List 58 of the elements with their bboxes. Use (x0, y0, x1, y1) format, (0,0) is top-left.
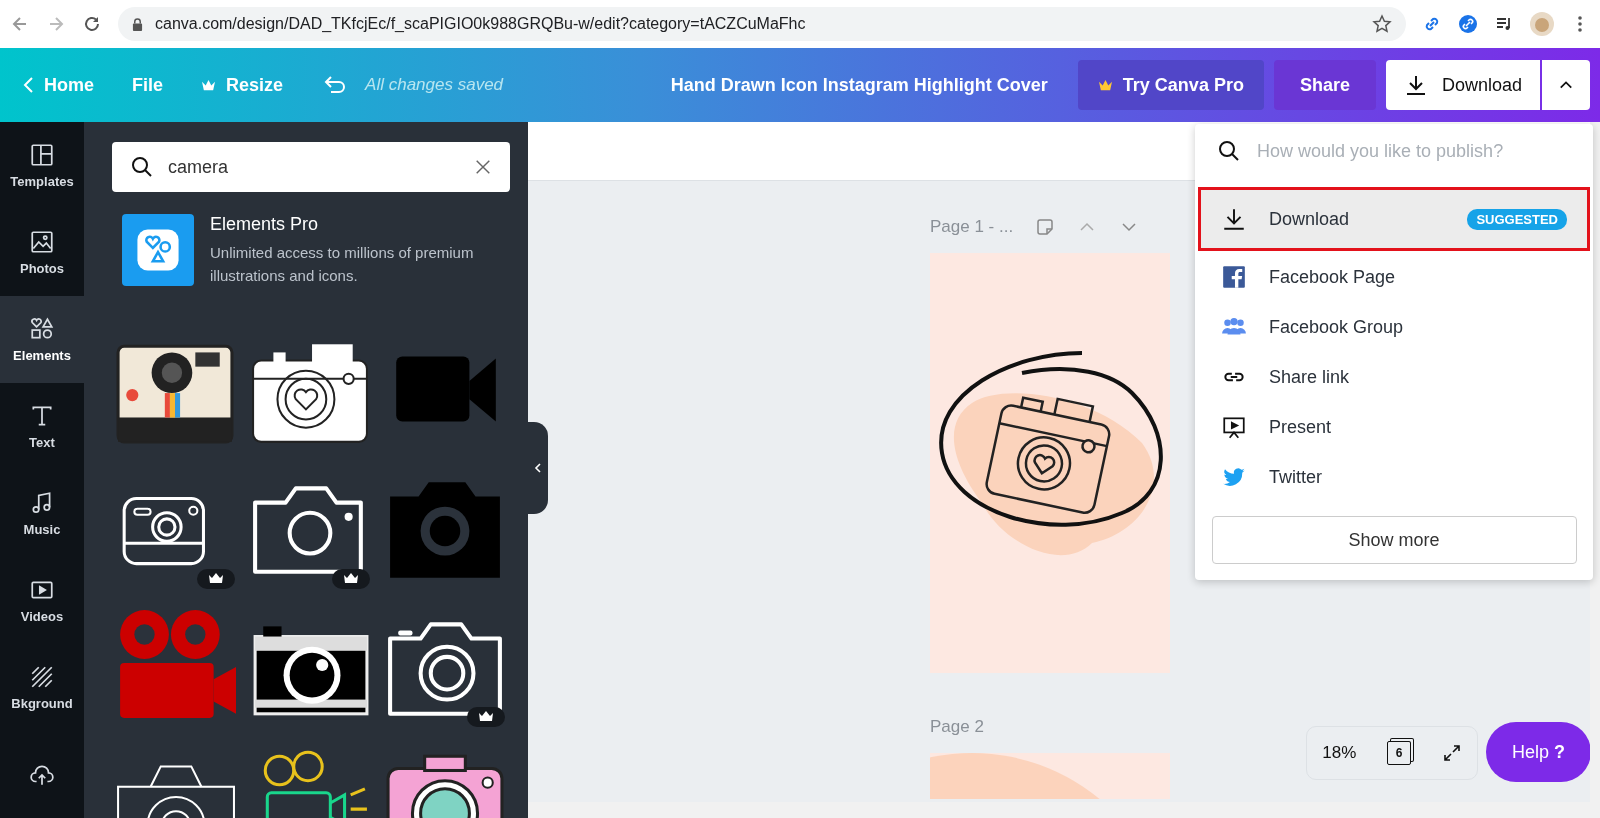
clear-icon[interactable] (474, 158, 492, 176)
sidebar-tab[interactable]: Text (0, 383, 84, 470)
facebook-icon (1221, 264, 1247, 290)
layout-icon (29, 142, 55, 168)
sidebar-tab[interactable]: Templates (0, 122, 84, 209)
menu-item[interactable]: Present (1201, 402, 1587, 452)
crown-icon (1097, 78, 1113, 92)
menu-item[interactable]: Facebook Group (1201, 302, 1587, 352)
menu-item[interactable]: Download SUGGESTED (1201, 190, 1587, 248)
shapes-icon (29, 316, 55, 342)
sidebar-tab[interactable]: Bkground (0, 644, 84, 731)
save-status: All changes saved (365, 75, 504, 95)
reload-icon[interactable] (82, 14, 102, 34)
search-field[interactable]: camera (112, 142, 510, 192)
scrollbar[interactable] (528, 802, 1600, 818)
design-title[interactable]: Hand Drawn Icon Instagram Highlight Cover (670, 74, 1048, 96)
shapes-icon (122, 214, 194, 286)
star-icon[interactable] (1372, 14, 1392, 34)
image-icon (29, 229, 55, 255)
show-more-button[interactable]: Show more (1211, 516, 1577, 564)
crown-icon (201, 78, 217, 92)
scrollbar[interactable] (1590, 122, 1600, 802)
collapse-panel-button[interactable] (528, 422, 548, 514)
stripes-icon (29, 664, 55, 690)
page-count-button[interactable]: 6 (1387, 741, 1411, 765)
sidebar-tab[interactable]: Elements (0, 296, 84, 383)
search-icon (1217, 139, 1241, 163)
search-icon (130, 155, 154, 179)
share-button[interactable]: Share (1273, 60, 1376, 110)
presentation-icon (1221, 414, 1247, 440)
undo-icon[interactable] (323, 75, 348, 95)
zoom-level[interactable]: 18% (1322, 743, 1357, 763)
suggested-badge: SUGGESTED (1467, 208, 1567, 230)
try-pro-button[interactable]: Try Canva Pro (1077, 60, 1264, 110)
lock-icon (132, 17, 143, 31)
design-page[interactable] (930, 253, 1170, 673)
promo-title[interactable]: Elements Pro (210, 214, 510, 235)
link-icon[interactable] (1458, 14, 1478, 34)
note-icon[interactable] (1035, 217, 1056, 237)
download-icon (1221, 206, 1247, 232)
menu-item[interactable]: Share link (1201, 352, 1587, 402)
text-icon (29, 403, 55, 429)
fullscreen-icon[interactable] (1441, 743, 1462, 763)
search-input[interactable]: camera (166, 155, 462, 179)
menu-item[interactable]: Twitter (1201, 452, 1587, 502)
search-field[interactable]: How would you like to publish? (1255, 139, 1571, 163)
download-button[interactable]: Download (1385, 60, 1540, 110)
address-bar[interactable]: canva.com/design/DAD_TKfcjEc/f_scaPIGIO0k988GRQBu-w/edit?category=tACZCuMaFhc (118, 7, 1406, 41)
page-label: Page 1 - ... (930, 217, 1014, 237)
promo-description: Unlimited access to millions of premium illustrations and icons. (210, 243, 475, 286)
page-label: Page 2 (930, 717, 985, 737)
chevron-left-icon (22, 75, 34, 95)
menu-item[interactable]: Facebook Page (1201, 252, 1587, 302)
chevron-up-icon (1559, 80, 1573, 90)
sidebar-tab[interactable]: Videos (0, 557, 84, 644)
chevron-left-icon (534, 462, 542, 474)
sidebar-tab[interactable]: Music (0, 470, 84, 557)
sidebar-tab[interactable]: Photos (0, 209, 84, 296)
